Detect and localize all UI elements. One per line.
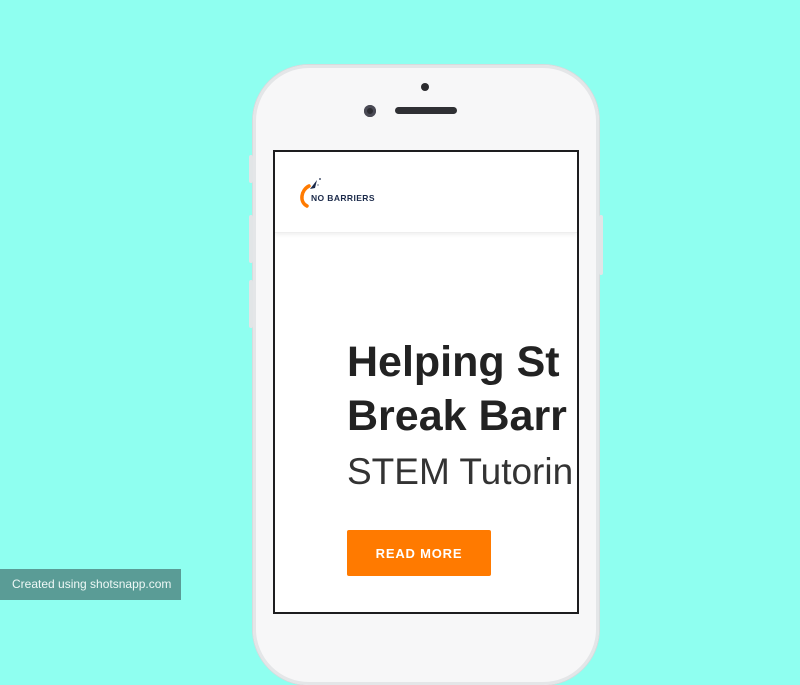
power-button [599, 215, 603, 275]
mute-switch [249, 155, 253, 183]
hero-subtitle: STEM Tutorin [347, 451, 574, 492]
phone-screen: NO BARRIERS Helping St Break Barr STEM T… [273, 150, 579, 614]
earpiece-speaker [395, 107, 457, 114]
site-header: NO BARRIERS [275, 152, 577, 233]
logo-text: NO BARRIERS [311, 193, 375, 203]
volume-down-button [249, 280, 253, 328]
volume-up-button [249, 215, 253, 263]
front-camera-icon [364, 105, 376, 117]
hero-section: Helping St Break Barr STEM Tutorin [347, 335, 577, 495]
hero-title-line-1: Helping St [347, 338, 560, 386]
watermark: Created using shotsnapp.com [0, 569, 181, 600]
read-more-button[interactable]: READ MORE [347, 530, 491, 576]
site-logo[interactable]: NO BARRIERS [297, 176, 387, 208]
hero-title: Helping St Break Barr [347, 335, 577, 443]
hero-title-line-2: Break Barr [347, 392, 567, 440]
proximity-sensor [421, 83, 429, 91]
